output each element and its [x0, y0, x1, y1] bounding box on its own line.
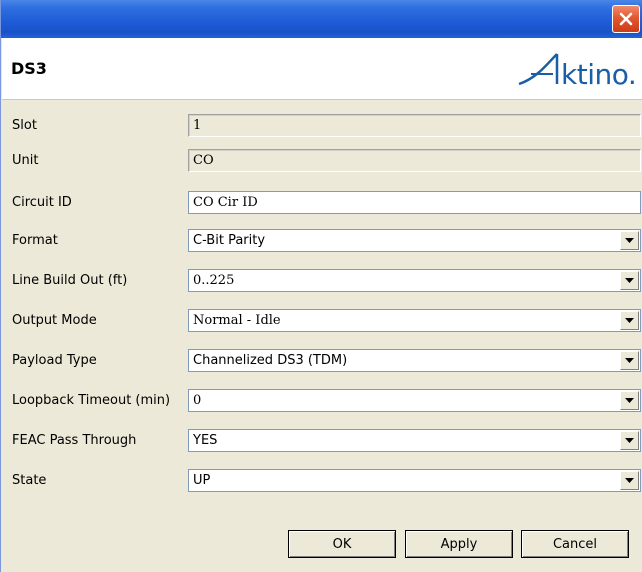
format-dropdown-button[interactable]	[620, 231, 639, 250]
feac-pass-through-select[interactable]: YES	[188, 429, 641, 452]
output-mode-label: Output Mode	[12, 313, 97, 328]
output-mode-value: Normal - Idle	[193, 313, 281, 328]
payload-type-value: Channelized DS3 (TDM)	[193, 353, 348, 368]
feac-pass-through-row: FEAC Pass Through YES	[2, 425, 642, 457]
button-bar: OK Apply Cancel	[1, 530, 642, 572]
output-mode-select[interactable]: Normal - Idle	[188, 309, 641, 332]
state-dropdown-button[interactable]	[620, 471, 639, 490]
dialog-window: DS3 ktino. Slot 1 Unit CO Circuit ID CO …	[0, 0, 642, 572]
payload-type-dropdown-button[interactable]	[620, 351, 639, 370]
aktino-logo: ktino.	[517, 50, 637, 98]
slot-field: 1	[188, 114, 641, 137]
slot-label: Slot	[12, 118, 37, 133]
format-row: Format C-Bit Parity	[2, 225, 642, 257]
unit-field: CO	[188, 149, 641, 172]
circuit-id-label: Circuit ID	[12, 195, 72, 210]
line-build-out-label: Line Build Out (ft)	[12, 273, 128, 288]
state-label: State	[12, 473, 47, 488]
svg-text:ktino.: ktino.	[561, 58, 635, 90]
feac-pass-through-dropdown-button[interactable]	[620, 431, 639, 450]
chevron-down-icon	[625, 397, 634, 403]
chevron-down-icon	[625, 437, 634, 443]
format-value: C-Bit Parity	[193, 233, 266, 248]
chevron-down-icon	[625, 277, 634, 283]
circuit-id-input[interactable]: CO Cir ID	[188, 191, 641, 214]
circuit-id-row: Circuit ID CO Cir ID	[2, 187, 642, 219]
format-select[interactable]: C-Bit Parity	[188, 229, 641, 252]
loopback-timeout-select[interactable]: 0	[188, 389, 641, 412]
loopback-timeout-label: Loopback Timeout (min)	[12, 393, 171, 408]
slot-row: Slot 1	[2, 110, 642, 142]
chevron-down-icon	[625, 317, 634, 323]
unit-label: Unit	[12, 153, 39, 168]
dialog-header: DS3 ktino.	[2, 38, 642, 100]
chevron-down-icon	[625, 357, 634, 363]
loopback-timeout-value: 0	[193, 393, 202, 408]
state-value: UP	[193, 473, 211, 488]
line-build-out-value: 0..225	[193, 273, 235, 288]
line-build-out-select[interactable]: 0..225	[188, 269, 641, 292]
loopback-timeout-dropdown-button[interactable]	[620, 391, 639, 410]
apply-button[interactable]: Apply	[405, 530, 513, 558]
line-build-out-dropdown-button[interactable]	[620, 271, 639, 290]
ok-button[interactable]: OK	[288, 530, 396, 558]
chevron-down-icon	[625, 477, 634, 483]
cancel-button[interactable]: Cancel	[521, 530, 629, 558]
state-select[interactable]: UP	[188, 469, 641, 492]
chevron-down-icon	[625, 237, 634, 243]
logo-mark: ktino.	[518, 53, 637, 91]
payload-type-select[interactable]: Channelized DS3 (TDM)	[188, 349, 641, 372]
unit-row: Unit CO	[2, 145, 642, 177]
output-mode-row: Output Mode Normal - Idle	[2, 305, 642, 337]
page-title: DS3	[11, 59, 47, 78]
feac-pass-through-value: YES	[193, 433, 218, 448]
close-button[interactable]	[612, 5, 640, 33]
payload-type-row: Payload Type Channelized DS3 (TDM)	[2, 345, 642, 377]
output-mode-dropdown-button[interactable]	[620, 311, 639, 330]
format-label: Format	[12, 233, 58, 248]
feac-pass-through-label: FEAC Pass Through	[12, 433, 137, 448]
title-bar[interactable]	[1, 0, 642, 38]
loopback-timeout-row: Loopback Timeout (min) 0	[2, 385, 642, 417]
payload-type-label: Payload Type	[12, 353, 97, 368]
line-build-out-row: Line Build Out (ft) 0..225	[2, 265, 642, 297]
state-row: State UP	[2, 465, 642, 497]
close-icon	[619, 12, 633, 26]
